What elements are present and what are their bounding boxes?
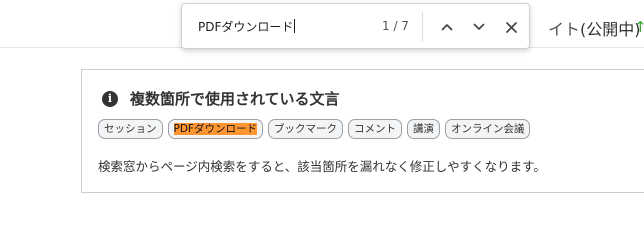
close-find-button[interactable] [499,15,523,39]
find-input[interactable]: PDFダウンロード [198,18,296,35]
search-highlight: PDFダウンロード [173,123,257,135]
text-caret [294,19,296,33]
next-match-button[interactable] [467,15,491,39]
card-title: 複数箇所で使用されている文言 [130,90,340,108]
tag-chip: セッション [98,119,163,139]
page: イト(公開中) ↑ PDFダウンロード 1 / 7 i 複数箇所で使用されている [0,0,644,207]
tag-chip: コメント [347,119,402,139]
chevron-down-icon [473,23,485,30]
tag-chip: ブックマーク [267,119,343,139]
previous-match-button[interactable] [435,15,459,39]
page-title: イト(公開中) [548,16,641,40]
chevron-up-icon [441,24,453,31]
tag-list: セッション PDFダウンロード ブックマーク コメント 講演 オンライン会議 [98,119,531,139]
arrow-up-icon: ↑ [634,18,644,36]
tag-chip-highlighted: PDFダウンロード [167,119,263,139]
close-icon [505,21,517,33]
card-description: 検索窓からページ内検索をすると、該当箇所を漏れなく修正しやすくなります。 [98,159,546,174]
match-count: 1 / 7 [382,19,409,33]
page-title-text: イト [548,20,581,39]
tag-chip: オンライン会議 [444,119,531,139]
info-icon: i [102,90,118,107]
find-bar-divider [422,12,423,42]
find-bar: PDFダウンロード 1 / 7 [181,3,530,49]
tag-chip: 講演 [406,119,440,139]
find-query: PDFダウンロード [198,20,294,34]
publish-status: (公開中) [580,20,641,39]
info-card: i 複数箇所で使用されている文言 セッション PDFダウンロード ブックマーク … [81,69,644,193]
card-heading: i 複数箇所で使用されている文言 [102,88,340,109]
